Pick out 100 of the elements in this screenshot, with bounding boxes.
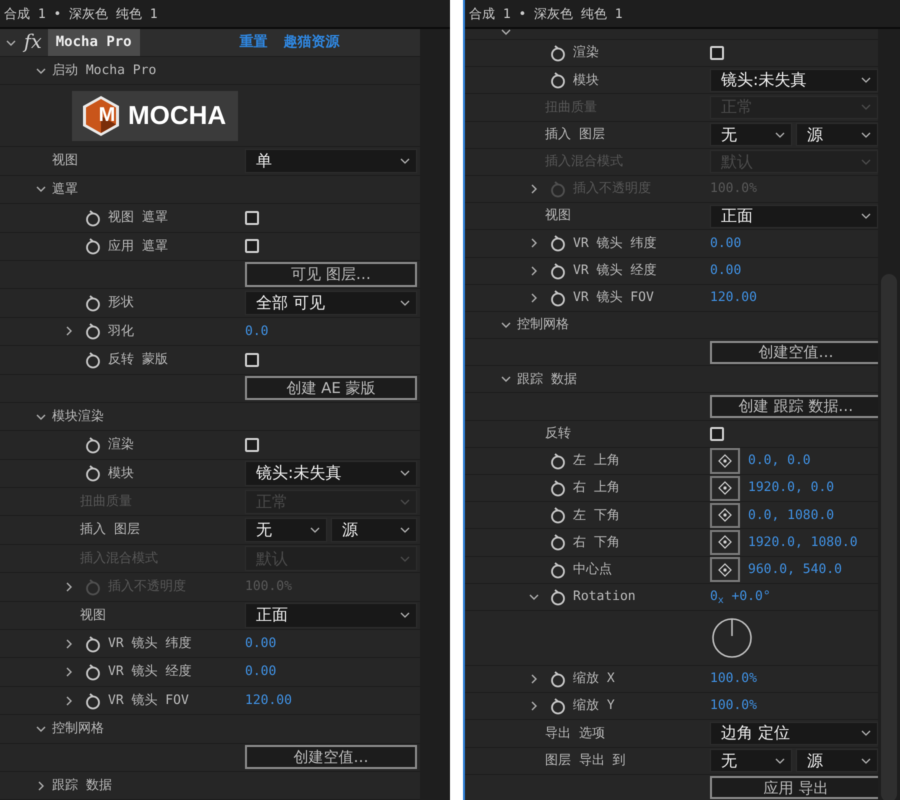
stopwatch-icon[interactable] bbox=[84, 634, 102, 653]
link[interactable]: 重置 bbox=[240, 32, 268, 53]
stopwatch-icon[interactable] bbox=[549, 533, 567, 552]
stopwatch-icon[interactable] bbox=[84, 322, 102, 340]
stopwatch-icon[interactable] bbox=[549, 234, 567, 252]
stopwatch-icon[interactable] bbox=[549, 506, 567, 524]
section-title: 跟踪 数据 bbox=[517, 370, 577, 389]
stopwatch-icon[interactable] bbox=[84, 350, 102, 369]
dropdown[interactable]: 正面 bbox=[710, 204, 878, 228]
crosshair-icon bbox=[718, 454, 732, 468]
dropdown[interactable]: 源 bbox=[796, 749, 878, 772]
crosshair-button[interactable] bbox=[710, 476, 740, 501]
value-field[interactable]: 1920.0, 0.0 bbox=[748, 478, 834, 498]
property-label: VR 镜头 纬度 bbox=[573, 234, 656, 253]
value-field[interactable]: 0$_{x}$ +0.0° bbox=[710, 587, 771, 607]
value-field[interactable]: 0.00 bbox=[710, 234, 742, 254]
value-field[interactable]: 120.00 bbox=[245, 690, 292, 710]
stopwatch-icon[interactable] bbox=[549, 560, 567, 579]
property-label: 模块 bbox=[573, 72, 599, 90]
checkbox[interactable] bbox=[245, 239, 259, 254]
checkbox[interactable] bbox=[245, 210, 259, 225]
checkbox[interactable] bbox=[245, 352, 259, 367]
chevron-down-icon bbox=[861, 758, 871, 764]
chevron-down-icon bbox=[400, 527, 410, 534]
crosshair-icon bbox=[718, 508, 732, 522]
stopwatch-icon[interactable] bbox=[549, 288, 567, 307]
property-label: 模块 bbox=[108, 464, 134, 483]
value-field[interactable]: 120.00 bbox=[710, 288, 757, 308]
checkbox[interactable] bbox=[710, 46, 724, 60]
dropdown[interactable]: 镜头:未失真 bbox=[245, 461, 417, 486]
dropdown[interactable]: 正面 bbox=[245, 603, 417, 628]
checkbox[interactable] bbox=[245, 438, 259, 452]
section-title: 跟踪 数据 bbox=[52, 776, 112, 795]
chevron-down-icon bbox=[400, 612, 410, 618]
stopwatch-icon[interactable] bbox=[84, 663, 102, 682]
stopwatch-icon[interactable] bbox=[84, 692, 102, 710]
value-field[interactable]: 0.0, 1080.0 bbox=[748, 506, 834, 526]
value-field[interactable]: 0.00 bbox=[710, 260, 742, 280]
value-field[interactable]: 0.0, 0.0 bbox=[748, 451, 811, 471]
property-label: 羽化 bbox=[108, 322, 134, 341]
crosshair-icon bbox=[718, 535, 732, 550]
property-label: 图层 导出 到 bbox=[545, 752, 626, 770]
stopwatch-icon[interactable] bbox=[549, 588, 567, 606]
crosshair-button[interactable] bbox=[710, 502, 740, 528]
dropdown[interactable]: 源 bbox=[331, 518, 417, 542]
hexagon-logo-icon bbox=[82, 94, 120, 137]
stopwatch-icon[interactable] bbox=[84, 294, 102, 312]
rotation-dial[interactable] bbox=[710, 616, 754, 660]
value-field[interactable]: 100.0% bbox=[710, 696, 757, 716]
property-label: VR 镜头 FOV bbox=[108, 692, 189, 710]
chevron-down-icon bbox=[861, 213, 871, 220]
chevron-down-icon bbox=[400, 498, 410, 505]
dropdown[interactable]: 无 bbox=[710, 749, 792, 772]
panel-title: 合成 1 • 深灰色 纯色 1 bbox=[465, 0, 900, 29]
checkbox[interactable] bbox=[710, 426, 724, 441]
property-label: Rotation bbox=[573, 588, 636, 606]
stopwatch-icon[interactable] bbox=[549, 697, 567, 716]
property-label: 渲染 bbox=[108, 436, 134, 454]
effect-name: Mocha Pro bbox=[48, 29, 140, 56]
stopwatch-icon[interactable] bbox=[84, 208, 102, 227]
stopwatch-icon[interactable] bbox=[84, 436, 102, 454]
link[interactable]: 趣猫资源 bbox=[284, 32, 340, 53]
stopwatch-icon[interactable] bbox=[549, 479, 567, 498]
crosshair-button[interactable] bbox=[710, 557, 740, 582]
dropdown[interactable]: 镜头:未失真 bbox=[710, 68, 878, 92]
logo-wordmark: MOCHA bbox=[128, 99, 226, 132]
stopwatch-icon[interactable] bbox=[549, 262, 567, 280]
dropdown[interactable]: 全部 可见 bbox=[245, 290, 417, 316]
property-label: 反转 bbox=[545, 424, 571, 443]
property-label: VR 镜头 纬度 bbox=[108, 634, 192, 653]
action-button[interactable]: 创建 AE 蒙版 bbox=[245, 376, 417, 400]
dropdown[interactable]: 源 bbox=[796, 123, 878, 146]
dropdown[interactable]: 无 bbox=[245, 518, 327, 542]
stopwatch-icon[interactable] bbox=[84, 237, 102, 256]
stopwatch-icon[interactable] bbox=[549, 452, 567, 470]
value-field[interactable]: 1920.0, 1080.0 bbox=[748, 532, 858, 552]
crosshair-button[interactable] bbox=[710, 530, 740, 556]
action-button[interactable]: 可见 图层… bbox=[245, 262, 417, 287]
crosshair-button[interactable] bbox=[710, 448, 740, 474]
dropdown[interactable]: 单 bbox=[245, 148, 417, 174]
value-field[interactable]: 100.0% bbox=[710, 669, 757, 689]
stopwatch-icon[interactable] bbox=[549, 670, 567, 688]
stopwatch-icon[interactable] bbox=[549, 44, 567, 62]
property-label: 左 上角 bbox=[573, 452, 620, 470]
chevron-down-icon bbox=[775, 758, 785, 764]
property-label: 视图 遮罩 bbox=[108, 209, 168, 228]
dropdown[interactable]: 边角 定位 bbox=[710, 722, 878, 745]
crosshair-icon bbox=[718, 562, 732, 577]
stopwatch-icon[interactable] bbox=[549, 71, 567, 90]
value-field[interactable]: 0.00 bbox=[245, 662, 276, 682]
property-label: 视图 bbox=[52, 152, 78, 170]
value-field[interactable]: 960.0, 540.0 bbox=[748, 560, 842, 580]
value-field[interactable]: 0.0 bbox=[245, 322, 268, 342]
chevron-down-icon bbox=[400, 158, 410, 164]
dropdown[interactable]: 无 bbox=[710, 123, 792, 146]
logo-letter: M bbox=[98, 104, 116, 128]
action-button[interactable]: 创建空值… bbox=[245, 745, 417, 770]
stopwatch-icon[interactable] bbox=[84, 464, 102, 482]
property-label: 视图 bbox=[545, 207, 571, 226]
value-field[interactable]: 0.00 bbox=[245, 634, 276, 654]
